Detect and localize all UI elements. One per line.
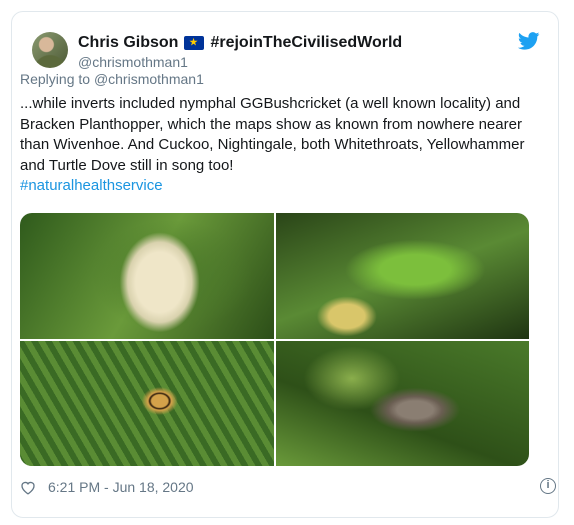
photo-bracken-planthopper[interactable] bbox=[20, 340, 274, 466]
tweet-body: ...while inverts included nymphal GGBush… bbox=[20, 95, 525, 174]
photo-bushcricket-nymph[interactable] bbox=[275, 213, 529, 339]
eu-flag-icon bbox=[184, 36, 205, 50]
tweet-footer: 6:21 PM - Jun 18, 2020 bbox=[20, 479, 194, 495]
author-name[interactable]: Chris Gibson #rejoinTheCivilisedWorld bbox=[78, 34, 402, 52]
timestamp[interactable]: 6:21 PM - Jun 18, 2020 bbox=[48, 479, 194, 495]
twitter-bird-icon[interactable] bbox=[518, 32, 540, 50]
replying-prefix: Replying to bbox=[20, 71, 94, 87]
tweet-text: ...while inverts included nymphal GGBush… bbox=[20, 94, 530, 197]
photo-moth-on-leaf[interactable] bbox=[275, 340, 529, 466]
author-handle[interactable]: @chrismothman1 bbox=[78, 54, 188, 70]
replying-to: Replying to @chrismothman1 bbox=[20, 71, 204, 87]
heart-icon[interactable] bbox=[20, 480, 36, 495]
media-grid[interactable] bbox=[20, 213, 529, 466]
name-suffix: #rejoinTheCivilisedWorld bbox=[210, 34, 403, 51]
avatar[interactable] bbox=[32, 32, 68, 68]
info-icon[interactable]: i bbox=[540, 478, 556, 494]
photo-cocoon-on-leaf[interactable] bbox=[20, 213, 274, 339]
replying-handle[interactable]: @chrismothman1 bbox=[94, 71, 204, 87]
display-name[interactable]: Chris Gibson bbox=[78, 34, 178, 52]
hashtag-link[interactable]: #naturalhealthservice bbox=[20, 176, 530, 197]
